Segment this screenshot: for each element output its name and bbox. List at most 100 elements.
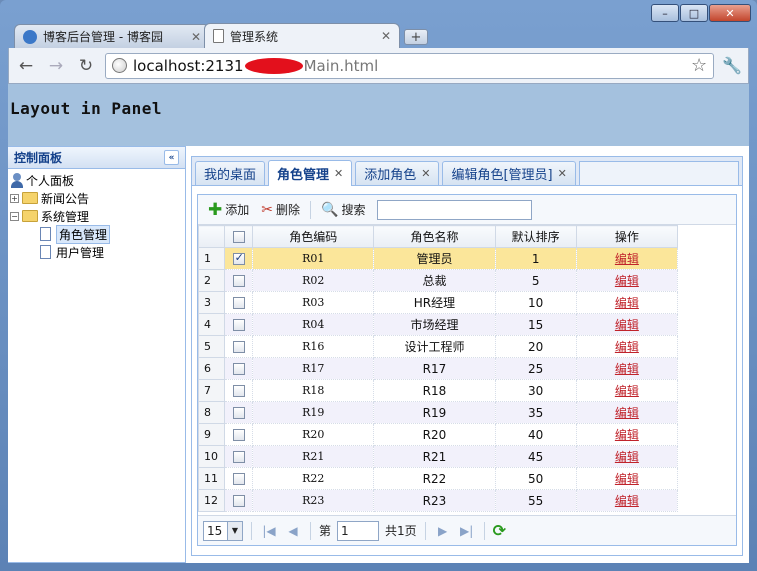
- search-input[interactable]: [377, 199, 533, 220]
- close-tab-icon[interactable]: ✕: [421, 167, 430, 180]
- back-arrow-icon[interactable]: ←: [15, 55, 37, 77]
- edit-link[interactable]: 编辑: [615, 340, 639, 354]
- edit-link[interactable]: 编辑: [615, 494, 639, 508]
- add-button-label: 添加: [225, 203, 250, 217]
- edit-link[interactable]: 编辑: [615, 472, 639, 486]
- select-all-checkbox[interactable]: [232, 231, 245, 243]
- close-window-button[interactable]: ✕: [709, 4, 751, 22]
- minimize-button[interactable]: –: [651, 4, 679, 22]
- row-checkbox[interactable]: [232, 495, 245, 507]
- edit-link[interactable]: 编辑: [615, 296, 639, 310]
- refresh-icon[interactable]: ⟳: [493, 521, 506, 540]
- expand-plus-icon[interactable]: +: [10, 193, 19, 203]
- row-checkbox[interactable]: [232, 407, 245, 419]
- forward-arrow-icon[interactable]: →: [45, 55, 67, 77]
- browser-tab-blog[interactable]: 博客后台管理 - 博客园 ✕: [14, 24, 210, 48]
- collapse-minus-icon[interactable]: −: [10, 211, 19, 221]
- table-row[interactable]: 7 R18 R18 30 编辑: [197, 379, 679, 402]
- row-select-cell[interactable]: [224, 247, 254, 270]
- address-bar[interactable]: localhost:2131 Main.html ☆: [105, 52, 715, 79]
- table-row[interactable]: 2 R02 总裁 5 编辑: [197, 269, 679, 292]
- close-tab-icon[interactable]: ✕: [558, 167, 567, 180]
- tab-edit-role[interactable]: 编辑角色[管理员] ✕: [442, 161, 576, 185]
- row-select-cell[interactable]: [224, 357, 254, 380]
- row-number: 7: [197, 379, 226, 402]
- row-checkbox[interactable]: [232, 451, 245, 463]
- page-size-select[interactable]: 15 ▼: [203, 520, 243, 541]
- tab-add-role[interactable]: 添加角色 ✕: [355, 161, 440, 185]
- collapse-panel-button[interactable]: «: [164, 150, 179, 165]
- row-select-cell[interactable]: [224, 269, 254, 292]
- row-checkbox[interactable]: [232, 473, 245, 485]
- edit-link[interactable]: 编辑: [615, 362, 639, 376]
- page-number-input[interactable]: 1: [337, 520, 380, 541]
- tree-node-user-mgmt[interactable]: 用户管理: [10, 243, 185, 261]
- row-checkbox[interactable]: [232, 363, 245, 375]
- bookmark-star-icon[interactable]: ☆: [691, 55, 707, 76]
- row-select-cell[interactable]: [224, 489, 254, 512]
- column-header[interactable]: 默认排序: [494, 225, 577, 248]
- row-checkbox[interactable]: [232, 251, 245, 265]
- table-row[interactable]: 10 R21 R21 45 编辑: [197, 445, 679, 468]
- row-number: 10: [197, 445, 226, 468]
- table-row[interactable]: 6 R17 R17 25 编辑: [197, 357, 679, 380]
- row-select-cell[interactable]: [224, 335, 254, 358]
- close-tab-icon[interactable]: ✕: [381, 29, 391, 43]
- table-row[interactable]: 8 R19 R19 35 编辑: [197, 401, 679, 424]
- row-select-cell[interactable]: [224, 445, 254, 468]
- row-select-cell[interactable]: [224, 379, 254, 402]
- action-cell: 编辑: [575, 357, 679, 380]
- row-checkbox[interactable]: [232, 429, 245, 441]
- table-row[interactable]: 1R01管理员1编辑: [197, 247, 679, 270]
- row-select-cell[interactable]: [224, 467, 254, 490]
- row-checkbox[interactable]: [232, 297, 245, 309]
- edit-link[interactable]: 编辑: [615, 252, 639, 266]
- maximize-button[interactable]: □: [680, 4, 708, 22]
- row-checkbox[interactable]: [232, 275, 245, 287]
- browser-tab-admin[interactable]: 管理系统 ✕: [204, 23, 400, 48]
- row-select-cell[interactable]: [224, 313, 254, 336]
- column-header[interactable]: 操作: [575, 225, 679, 248]
- next-page-icon[interactable]: ▶: [434, 524, 452, 538]
- tab-role-management[interactable]: 角色管理 ✕: [268, 160, 353, 186]
- row-checkbox[interactable]: [232, 385, 245, 397]
- new-tab-button[interactable]: +: [404, 29, 428, 45]
- row-select-cell[interactable]: [224, 401, 254, 424]
- table-row[interactable]: 11 R22 R22 50 编辑: [197, 467, 679, 490]
- table-row[interactable]: 4 R04 市场经理 15 编辑: [197, 313, 679, 336]
- row-checkbox[interactable]: [232, 341, 245, 353]
- row-select-cell[interactable]: [224, 291, 254, 314]
- close-tab-icon[interactable]: ✕: [191, 30, 201, 44]
- add-button[interactable]: ✚ 添加: [204, 200, 253, 220]
- reload-icon[interactable]: ↻: [75, 55, 97, 77]
- edit-link[interactable]: 编辑: [615, 384, 639, 398]
- row-select-cell[interactable]: [224, 423, 254, 446]
- tree-node-system[interactable]: − 系统管理: [10, 207, 185, 225]
- tree-node-news[interactable]: + 新闻公告: [10, 189, 185, 207]
- document-icon: [40, 227, 51, 241]
- wrench-menu-icon[interactable]: 🔧: [722, 56, 742, 75]
- last-page-icon[interactable]: ▶|: [458, 524, 476, 538]
- column-header[interactable]: 角色名称: [373, 225, 496, 248]
- window-controls: – □ ✕: [651, 4, 751, 22]
- edit-link[interactable]: 编辑: [615, 450, 639, 464]
- close-tab-icon[interactable]: ✕: [334, 167, 343, 180]
- table-row[interactable]: 5 R16 设计工程师 20 编辑: [197, 335, 679, 358]
- row-checkbox[interactable]: [232, 319, 245, 331]
- edit-link[interactable]: 编辑: [615, 274, 639, 288]
- table-row[interactable]: 12 R23 R23 55 编辑: [197, 489, 679, 512]
- table-row[interactable]: 3 R03 HR经理 10 编辑: [197, 291, 679, 314]
- browser-tab-title: 管理系统: [230, 29, 279, 44]
- delete-button[interactable]: ✂ 删除: [257, 201, 304, 218]
- prev-page-icon[interactable]: ◀: [284, 524, 302, 538]
- table-row[interactable]: 9 R20 R20 40 编辑: [197, 423, 679, 446]
- tab-desktop[interactable]: 我的桌面: [195, 161, 266, 185]
- search-button[interactable]: 🔍 搜索: [317, 201, 369, 218]
- edit-link[interactable]: 编辑: [615, 318, 639, 332]
- edit-link[interactable]: 编辑: [615, 406, 639, 420]
- tree-node-root[interactable]: 个人面板: [10, 171, 185, 189]
- column-header[interactable]: 角色编码: [252, 225, 375, 248]
- tree-node-role-mgmt[interactable]: 角色管理: [10, 224, 185, 244]
- edit-link[interactable]: 编辑: [615, 428, 639, 442]
- first-page-icon[interactable]: |◀: [260, 524, 278, 538]
